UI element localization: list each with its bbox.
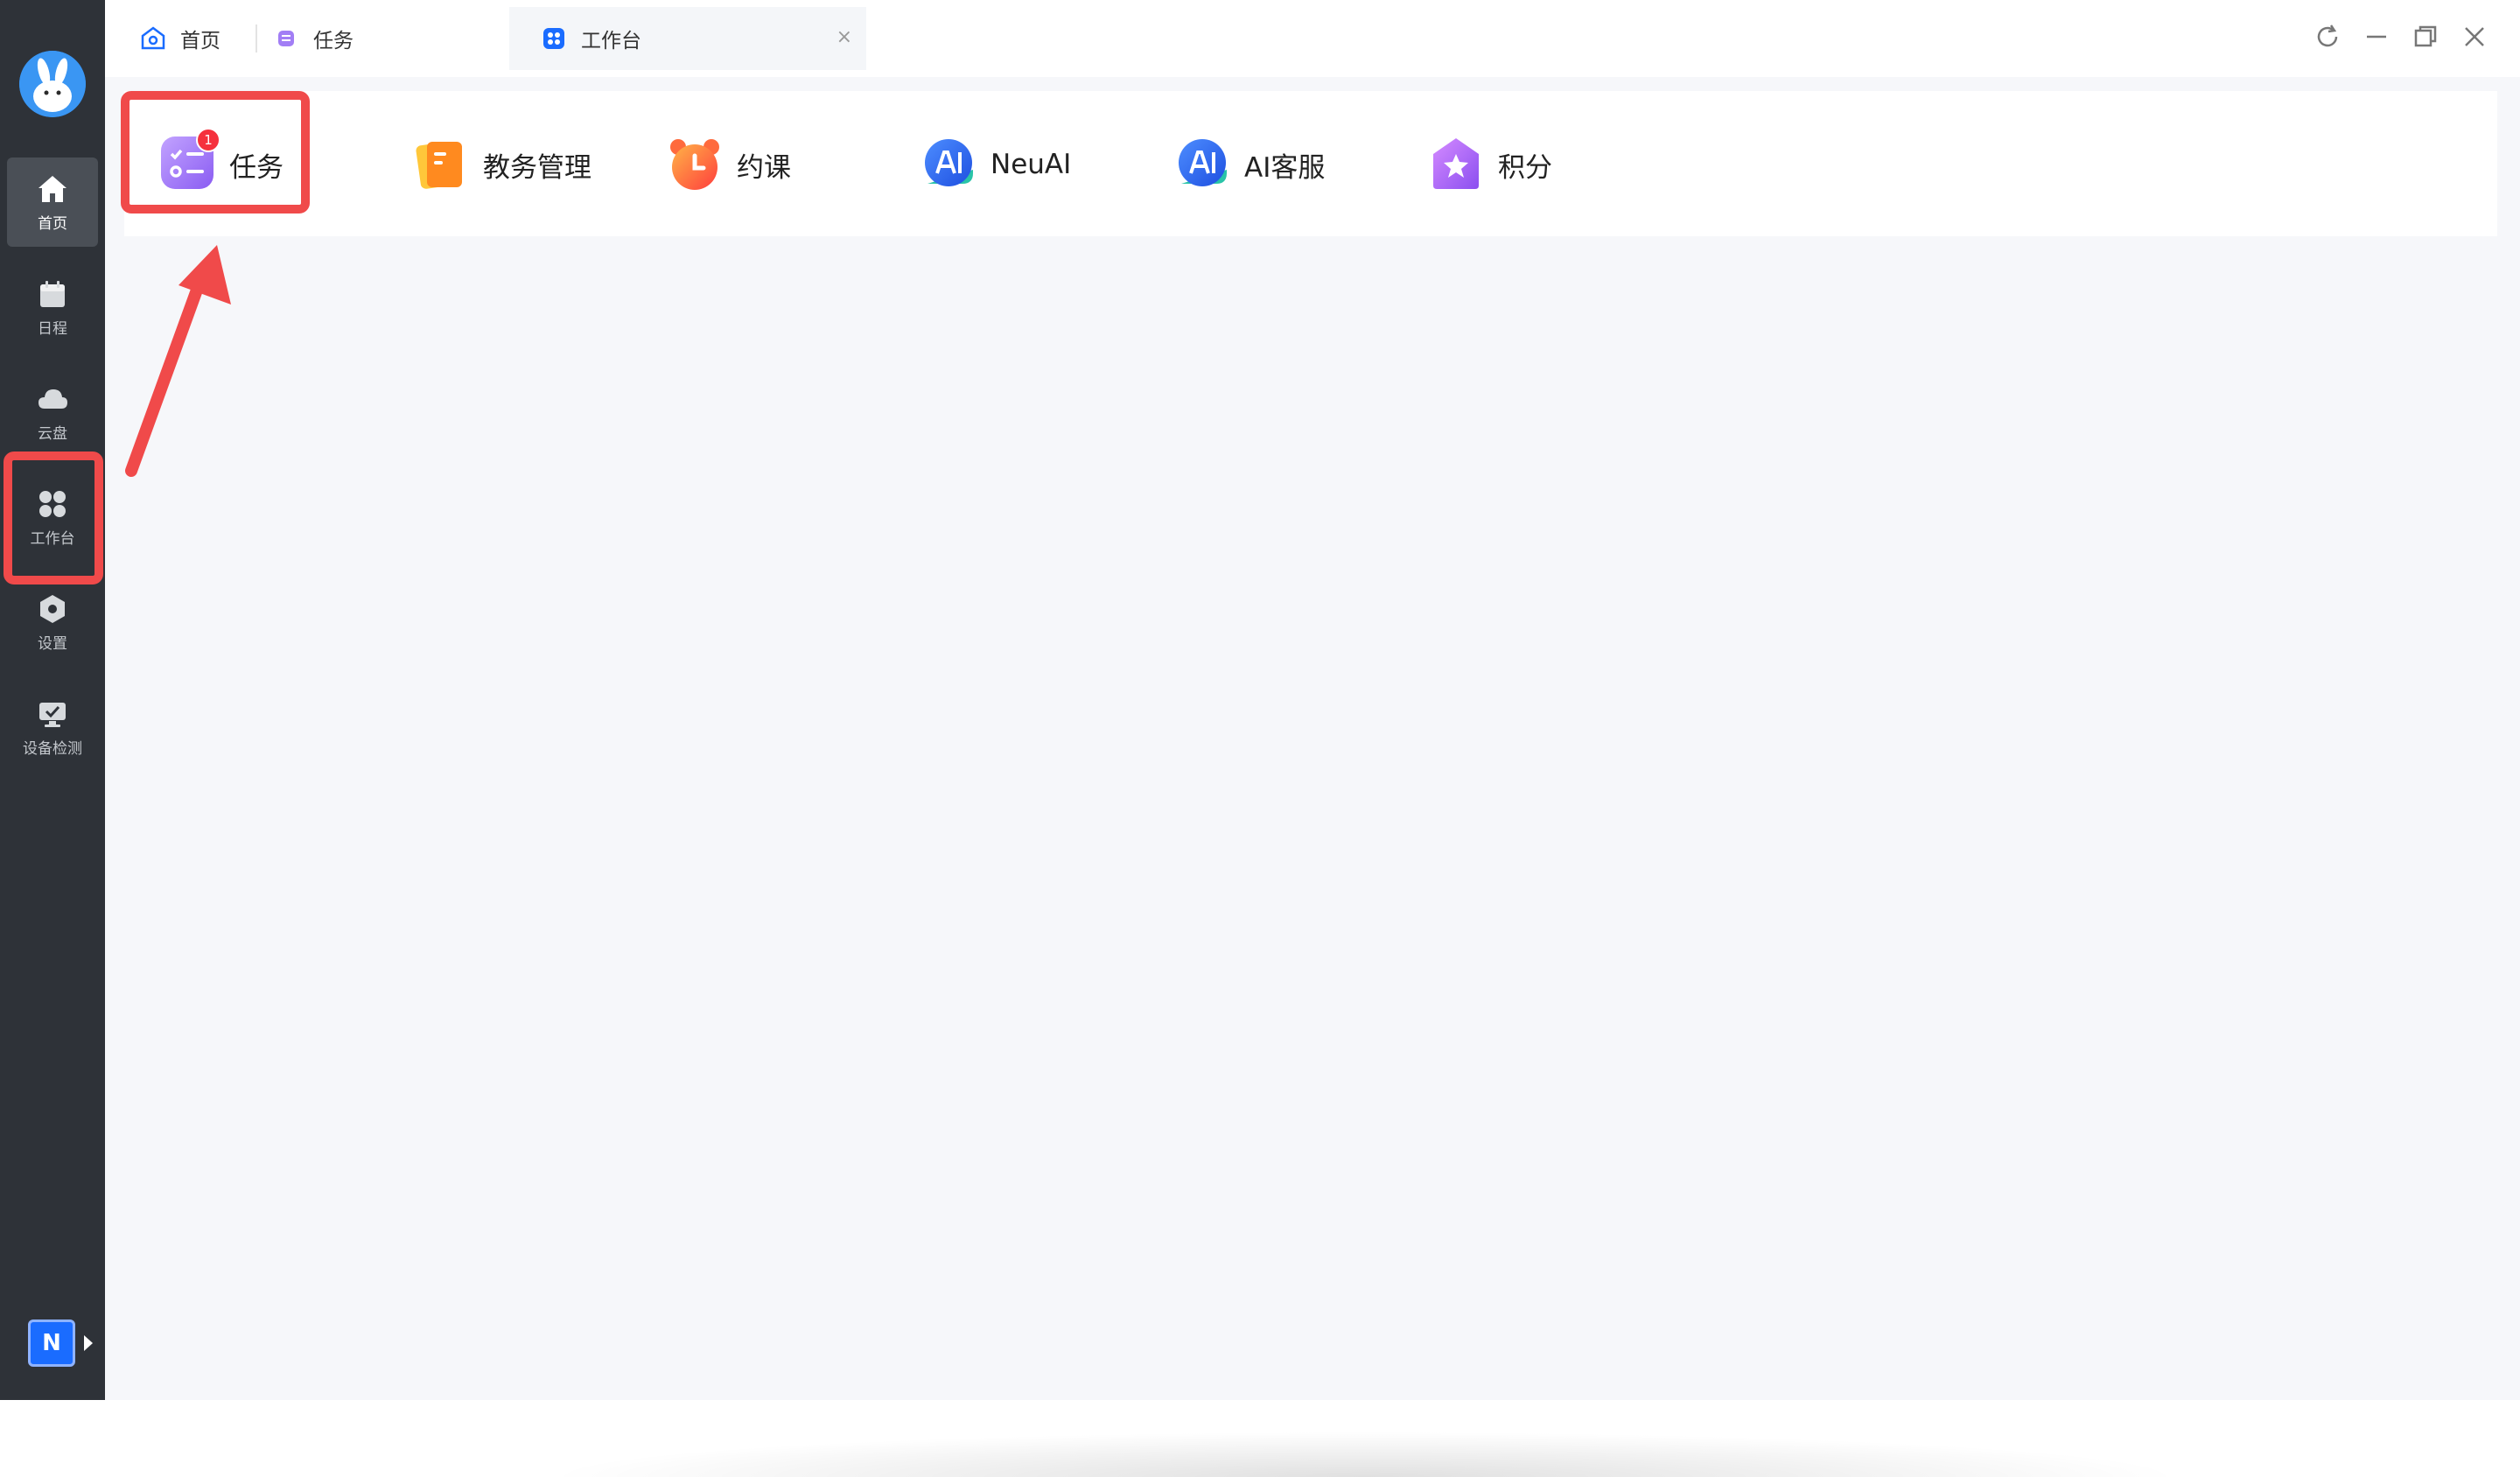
device-check-icon [39,702,66,727]
settings-icon [40,594,65,623]
rabbit-avatar-icon [19,51,86,117]
sidebar-item-calendar[interactable]: 日程 [7,262,98,352]
sidebar-item-label: 设置 [38,634,67,653]
app-ai-service[interactable]: AI客服 [1172,131,1325,198]
close-icon[interactable] [2459,21,2490,52]
sidebar-item-device-check[interactable]: 设备检测 [7,682,98,772]
sidebar-item-label: 日程 [38,319,67,338]
ai-icon [925,139,973,186]
tab-workbench[interactable]: 工作台 × [509,7,866,70]
points-star-icon [1433,138,1479,189]
user-avatar[interactable] [19,51,86,117]
tab-bar: 首页 任务 × 工作台 × [105,0,2520,77]
refresh-icon[interactable] [2312,21,2343,52]
app-label: NeuAI [990,149,1072,180]
task-tab-icon [278,31,294,46]
app-label: 积分 [1498,151,1552,184]
app-academic-management[interactable]: 教务管理 [411,131,592,198]
app-label: 教务管理 [483,151,592,184]
expand-arrow-icon[interactable] [84,1335,93,1351]
sidebar-item-label: 工作台 [30,529,75,548]
calendar-icon [40,280,65,307]
tab-home[interactable]: 首页 [105,7,254,70]
tab-close-icon[interactable]: × [836,26,852,48]
alarm-clock-icon [670,139,719,190]
sidebar-item-workbench[interactable]: 工作台 [7,472,98,562]
app-points[interactable]: 积分 [1426,131,1552,198]
tab-label: 工作台 [581,30,641,52]
app-n-label: N [42,1330,61,1356]
bottom-shadow [542,1432,2188,1477]
app-label: 约课 [737,151,791,184]
sidebar-item-home[interactable]: 首页 [7,158,98,247]
grid-tab-icon [543,28,564,49]
left-sidebar: 首页 日程 云盘 工作台 设置 设备检测 N [0,0,105,1400]
annotation-arrow-icon [125,245,231,477]
tab-label: 任务 [313,30,354,52]
app-label: 任务 [229,151,284,184]
sidebar-item-label: 设备检测 [23,739,82,758]
app-task[interactable]: 1 任务 [158,128,284,198]
sidebar-item-label: 首页 [38,214,67,233]
sidebar-item-settings[interactable]: 设置 [7,578,98,667]
app-n-button[interactable]: N [28,1320,75,1367]
book-icon [416,142,462,189]
home-icon [38,175,66,202]
minimize-icon[interactable] [2361,21,2392,52]
app-launcher-bar: 1 任务 教务管理 约课 NeuAI AI客服 积分 [124,91,2497,236]
restore-icon[interactable] [2410,21,2441,52]
home-tab-icon [141,26,165,50]
ai-service-icon [1179,139,1227,186]
app-icon-wrap: 1 [158,128,220,196]
app-label: AI客服 [1244,151,1326,184]
sidebar-item-label: 云盘 [38,424,67,443]
app-neuai[interactable]: NeuAI [919,131,1071,198]
main-content: 1 任务 教务管理 约课 NeuAI AI客服 积分 [105,77,2520,1477]
app-book-class[interactable]: 约课 [665,131,791,198]
notification-badge: 1 [196,128,220,152]
grid-icon [39,490,66,517]
sidebar-item-cloud[interactable]: 云盘 [7,368,98,457]
cloud-icon [38,388,67,409]
tab-label: 首页 [180,30,220,52]
